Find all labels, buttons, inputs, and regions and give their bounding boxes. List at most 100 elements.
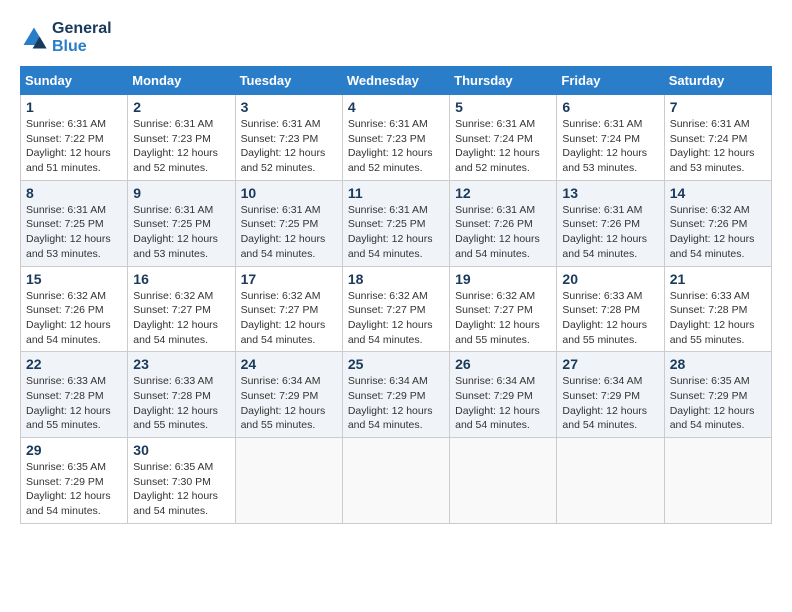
calendar-day-24: 24 Sunrise: 6:34 AM Sunset: 7:29 PM Dayl… — [235, 352, 342, 438]
sunset-label: Sunset: 7:24 PM — [670, 133, 748, 145]
sunrise-label: Sunrise: 6:31 AM — [26, 118, 106, 130]
calendar-day-16: 16 Sunrise: 6:32 AM Sunset: 7:27 PM Dayl… — [128, 266, 235, 352]
sunrise-label: Sunrise: 6:35 AM — [670, 375, 750, 387]
daylight-label: Daylight: 12 hours and 55 minutes. — [133, 405, 218, 432]
weekday-header-saturday: Saturday — [664, 67, 771, 95]
calendar-week-1: 1 Sunrise: 6:31 AM Sunset: 7:22 PM Dayli… — [21, 95, 772, 181]
day-info: Sunrise: 6:32 AM Sunset: 7:27 PM Dayligh… — [241, 289, 337, 348]
day-number: 3 — [241, 99, 337, 115]
sunrise-label: Sunrise: 6:32 AM — [241, 290, 321, 302]
day-info: Sunrise: 6:31 AM Sunset: 7:24 PM Dayligh… — [670, 117, 766, 176]
empty-cell — [342, 438, 449, 524]
day-number: 29 — [26, 442, 122, 458]
weekday-header-tuesday: Tuesday — [235, 67, 342, 95]
day-info: Sunrise: 6:33 AM Sunset: 7:28 PM Dayligh… — [133, 374, 229, 433]
day-number: 16 — [133, 271, 229, 287]
daylight-label: Daylight: 12 hours and 51 minutes. — [26, 147, 111, 174]
day-number: 24 — [241, 356, 337, 372]
sunset-label: Sunset: 7:25 PM — [348, 218, 426, 230]
day-info: Sunrise: 6:32 AM Sunset: 7:26 PM Dayligh… — [670, 203, 766, 262]
logo-text: General Blue — [52, 20, 112, 56]
calendar-day-8: 8 Sunrise: 6:31 AM Sunset: 7:25 PM Dayli… — [21, 180, 128, 266]
day-number: 2 — [133, 99, 229, 115]
calendar-week-5: 29 Sunrise: 6:35 AM Sunset: 7:29 PM Dayl… — [21, 438, 772, 524]
day-info: Sunrise: 6:31 AM Sunset: 7:25 PM Dayligh… — [241, 203, 337, 262]
sunrise-label: Sunrise: 6:33 AM — [670, 290, 750, 302]
sunset-label: Sunset: 7:29 PM — [26, 476, 104, 488]
sunset-label: Sunset: 7:28 PM — [562, 304, 640, 316]
weekday-header-wednesday: Wednesday — [342, 67, 449, 95]
sunrise-label: Sunrise: 6:31 AM — [133, 118, 213, 130]
calendar-day-26: 26 Sunrise: 6:34 AM Sunset: 7:29 PM Dayl… — [450, 352, 557, 438]
calendar-day-14: 14 Sunrise: 6:32 AM Sunset: 7:26 PM Dayl… — [664, 180, 771, 266]
sunrise-label: Sunrise: 6:31 AM — [241, 204, 321, 216]
sunset-label: Sunset: 7:29 PM — [241, 390, 319, 402]
sunrise-label: Sunrise: 6:33 AM — [133, 375, 213, 387]
day-number: 27 — [562, 356, 658, 372]
sunset-label: Sunset: 7:30 PM — [133, 476, 211, 488]
sunset-label: Sunset: 7:27 PM — [348, 304, 426, 316]
sunset-label: Sunset: 7:26 PM — [26, 304, 104, 316]
day-info: Sunrise: 6:32 AM Sunset: 7:27 PM Dayligh… — [455, 289, 551, 348]
calendar-day-27: 27 Sunrise: 6:34 AM Sunset: 7:29 PM Dayl… — [557, 352, 664, 438]
sunrise-label: Sunrise: 6:32 AM — [670, 204, 750, 216]
day-number: 11 — [348, 185, 444, 201]
sunset-label: Sunset: 7:28 PM — [133, 390, 211, 402]
calendar-day-9: 9 Sunrise: 6:31 AM Sunset: 7:25 PM Dayli… — [128, 180, 235, 266]
sunset-label: Sunset: 7:27 PM — [133, 304, 211, 316]
calendar-week-2: 8 Sunrise: 6:31 AM Sunset: 7:25 PM Dayli… — [21, 180, 772, 266]
day-info: Sunrise: 6:31 AM Sunset: 7:25 PM Dayligh… — [26, 203, 122, 262]
sunset-label: Sunset: 7:25 PM — [133, 218, 211, 230]
sunset-label: Sunset: 7:27 PM — [455, 304, 533, 316]
day-info: Sunrise: 6:31 AM Sunset: 7:24 PM Dayligh… — [455, 117, 551, 176]
empty-cell — [664, 438, 771, 524]
day-number: 22 — [26, 356, 122, 372]
daylight-label: Daylight: 12 hours and 54 minutes. — [348, 319, 433, 346]
calendar-day-29: 29 Sunrise: 6:35 AM Sunset: 7:29 PM Dayl… — [21, 438, 128, 524]
sunrise-label: Sunrise: 6:34 AM — [455, 375, 535, 387]
daylight-label: Daylight: 12 hours and 55 minutes. — [670, 319, 755, 346]
sunset-label: Sunset: 7:24 PM — [455, 133, 533, 145]
daylight-label: Daylight: 12 hours and 54 minutes. — [348, 233, 433, 260]
calendar-day-3: 3 Sunrise: 6:31 AM Sunset: 7:23 PM Dayli… — [235, 95, 342, 181]
logo-icon — [20, 24, 48, 52]
day-number: 10 — [241, 185, 337, 201]
calendar-week-4: 22 Sunrise: 6:33 AM Sunset: 7:28 PM Dayl… — [21, 352, 772, 438]
day-number: 19 — [455, 271, 551, 287]
calendar-day-23: 23 Sunrise: 6:33 AM Sunset: 7:28 PM Dayl… — [128, 352, 235, 438]
daylight-label: Daylight: 12 hours and 52 minutes. — [133, 147, 218, 174]
daylight-label: Daylight: 12 hours and 53 minutes. — [26, 233, 111, 260]
daylight-label: Daylight: 12 hours and 54 minutes. — [133, 319, 218, 346]
sunset-label: Sunset: 7:23 PM — [241, 133, 319, 145]
daylight-label: Daylight: 12 hours and 54 minutes. — [455, 233, 540, 260]
sunset-label: Sunset: 7:29 PM — [348, 390, 426, 402]
daylight-label: Daylight: 12 hours and 54 minutes. — [133, 490, 218, 517]
sunset-label: Sunset: 7:26 PM — [562, 218, 640, 230]
day-info: Sunrise: 6:31 AM Sunset: 7:24 PM Dayligh… — [562, 117, 658, 176]
sunset-label: Sunset: 7:26 PM — [455, 218, 533, 230]
day-number: 30 — [133, 442, 229, 458]
weekday-header-sunday: Sunday — [21, 67, 128, 95]
calendar-day-18: 18 Sunrise: 6:32 AM Sunset: 7:27 PM Dayl… — [342, 266, 449, 352]
day-info: Sunrise: 6:33 AM Sunset: 7:28 PM Dayligh… — [562, 289, 658, 348]
sunrise-label: Sunrise: 6:35 AM — [133, 461, 213, 473]
sunrise-label: Sunrise: 6:31 AM — [562, 118, 642, 130]
day-number: 12 — [455, 185, 551, 201]
sunrise-label: Sunrise: 6:34 AM — [562, 375, 642, 387]
sunrise-label: Sunrise: 6:31 AM — [562, 204, 642, 216]
day-info: Sunrise: 6:32 AM Sunset: 7:26 PM Dayligh… — [26, 289, 122, 348]
sunrise-label: Sunrise: 6:35 AM — [26, 461, 106, 473]
daylight-label: Daylight: 12 hours and 52 minutes. — [348, 147, 433, 174]
calendar-day-28: 28 Sunrise: 6:35 AM Sunset: 7:29 PM Dayl… — [664, 352, 771, 438]
sunrise-label: Sunrise: 6:31 AM — [26, 204, 106, 216]
calendar-day-19: 19 Sunrise: 6:32 AM Sunset: 7:27 PM Dayl… — [450, 266, 557, 352]
daylight-label: Daylight: 12 hours and 54 minutes. — [562, 405, 647, 432]
day-info: Sunrise: 6:34 AM Sunset: 7:29 PM Dayligh… — [562, 374, 658, 433]
day-info: Sunrise: 6:34 AM Sunset: 7:29 PM Dayligh… — [241, 374, 337, 433]
day-number: 1 — [26, 99, 122, 115]
empty-cell — [450, 438, 557, 524]
day-info: Sunrise: 6:31 AM Sunset: 7:25 PM Dayligh… — [348, 203, 444, 262]
sunset-label: Sunset: 7:25 PM — [241, 218, 319, 230]
sunset-label: Sunset: 7:26 PM — [670, 218, 748, 230]
day-info: Sunrise: 6:31 AM Sunset: 7:23 PM Dayligh… — [133, 117, 229, 176]
